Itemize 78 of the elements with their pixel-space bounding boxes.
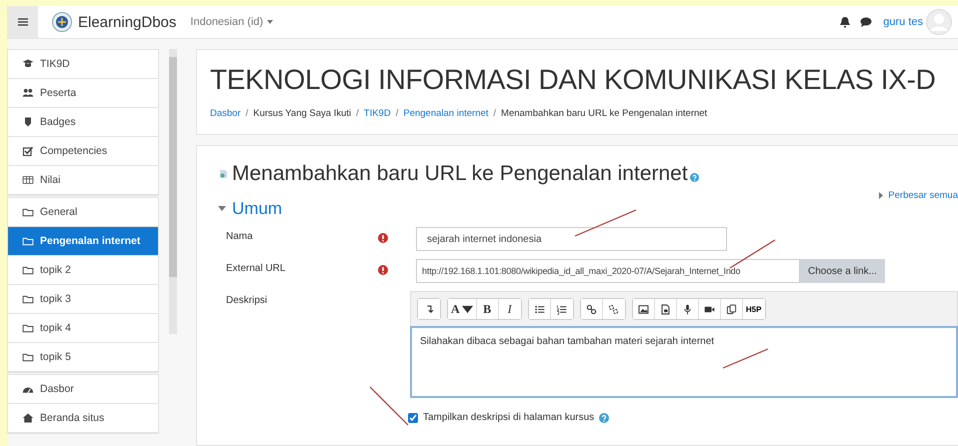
menu-icon — [18, 18, 28, 26]
sidebar-item[interactable]: Dasbor — [8, 375, 158, 404]
users-icon — [22, 87, 34, 99]
sidebar-item[interactable]: Peserta — [8, 79, 158, 108]
caret-icon[interactable] — [267, 20, 274, 24]
sidebar-item[interactable]: Badges — [8, 108, 158, 137]
sidebar-item[interactable]: topik 5 — [8, 343, 158, 372]
bullets-button[interactable] — [528, 299, 551, 319]
logo-icon — [52, 12, 72, 32]
checkbox-label[interactable]: Tampilkan deskripsi di halaman kursus — [423, 412, 594, 423]
annotation-line — [722, 348, 768, 369]
mic-icon — [682, 304, 693, 314]
toolbar-button[interactable]: A — [448, 299, 477, 319]
field-label: Nama — [225, 230, 254, 244]
bullets-icon — [534, 304, 545, 314]
breadcrumb-separator: / — [396, 108, 398, 119]
cap-icon — [22, 58, 34, 70]
annotation-line — [730, 240, 776, 268]
expand-button[interactable] — [418, 299, 440, 319]
breadcrumb-link[interactable]: Pengenalan internet — [403, 108, 488, 119]
numbers-icon — [556, 304, 568, 314]
help-icon[interactable] — [599, 412, 610, 422]
image-button[interactable] — [632, 299, 655, 319]
shield-icon — [22, 116, 34, 128]
checkbox[interactable] — [408, 412, 418, 422]
breadcrumb-separator: / — [493, 108, 496, 119]
breadcrumb-separator: / — [356, 108, 359, 119]
table-icon — [22, 174, 34, 186]
site-name[interactable]: ElearningDbos — [78, 14, 176, 30]
url-icon — [218, 169, 228, 179]
unlink-icon — [608, 304, 620, 314]
folder-icon — [22, 235, 34, 247]
folder-icon — [22, 293, 34, 305]
annotation-line — [370, 386, 408, 426]
section-heading[interactable]: Umum — [232, 199, 282, 219]
link-button[interactable] — [580, 299, 603, 319]
bell-icon[interactable] — [839, 16, 852, 28]
choose-link-button[interactable]: Choose a link... — [800, 259, 885, 283]
folder-icon — [22, 264, 34, 276]
copy-icon — [726, 304, 737, 314]
chat-icon[interactable] — [860, 16, 872, 28]
caret-icon[interactable] — [218, 206, 226, 212]
help-icon[interactable] — [690, 172, 699, 182]
form-title: Menambahkan baru URL ke Pengenalan internet — [232, 162, 688, 186]
url-field[interactable]: http://192.168.1.101:8080/wikipedia_id_all_maxi_2020-07/A/Sejarah_Internet_Indo — [416, 259, 800, 283]
image-icon — [638, 304, 649, 314]
sidebar-item[interactable]: Nilai — [8, 166, 158, 195]
name-field[interactable]: sejarah internet indonesia — [416, 227, 727, 251]
folder-icon — [22, 351, 34, 363]
scrollbar[interactable] — [169, 49, 177, 334]
page-title: TEKNOLOGI INFORMASI DAN KOMUNIKASI KELAS IX-D — [210, 64, 937, 96]
sidebar-item[interactable]: topik 4 — [8, 314, 158, 343]
sidebar-item[interactable]: topik 3 — [8, 285, 158, 314]
breadcrumb-separator: / — [246, 108, 248, 119]
check-icon — [22, 145, 34, 157]
breadcrumb-text: Menambahkan baru URL ke Pengenalan internet — [501, 108, 708, 119]
sidebar-item[interactable]: Pengenalan internet — [8, 227, 158, 256]
link-icon — [586, 304, 597, 314]
breadcrumb-text: Kursus Yang Saya Ikuti — [253, 108, 352, 119]
caret-icon — [879, 192, 884, 199]
breadcrumb-link[interactable]: Dasbor — [210, 108, 241, 119]
media-icon — [660, 304, 671, 314]
breadcrumb-link[interactable]: TIK9D — [364, 108, 391, 119]
sidebar-item[interactable]: TIK9D — [8, 50, 158, 79]
field-label: External URL — [225, 262, 286, 276]
sidebar-item[interactable]: Beranda situs — [8, 404, 158, 433]
sidebar-item[interactable]: topik 2 — [8, 256, 158, 285]
expand-all-link[interactable]: Perbesar semua — [879, 190, 958, 201]
menu-button[interactable] — [7, 6, 38, 38]
field-label: Deskripsi — [225, 294, 268, 308]
folder-icon — [22, 322, 34, 334]
user-name[interactable]: guru tes — [883, 16, 923, 28]
description-field[interactable]: Silahakan dibaca sebagai bahan tambahan materi sejarah internet — [410, 326, 958, 398]
home-icon — [22, 412, 34, 424]
annotation-line — [574, 209, 636, 237]
folder-icon — [22, 206, 34, 218]
sidebar-item[interactable]: Competencies — [8, 137, 158, 166]
language-menu[interactable]: Indonesian (id) — [190, 16, 274, 28]
